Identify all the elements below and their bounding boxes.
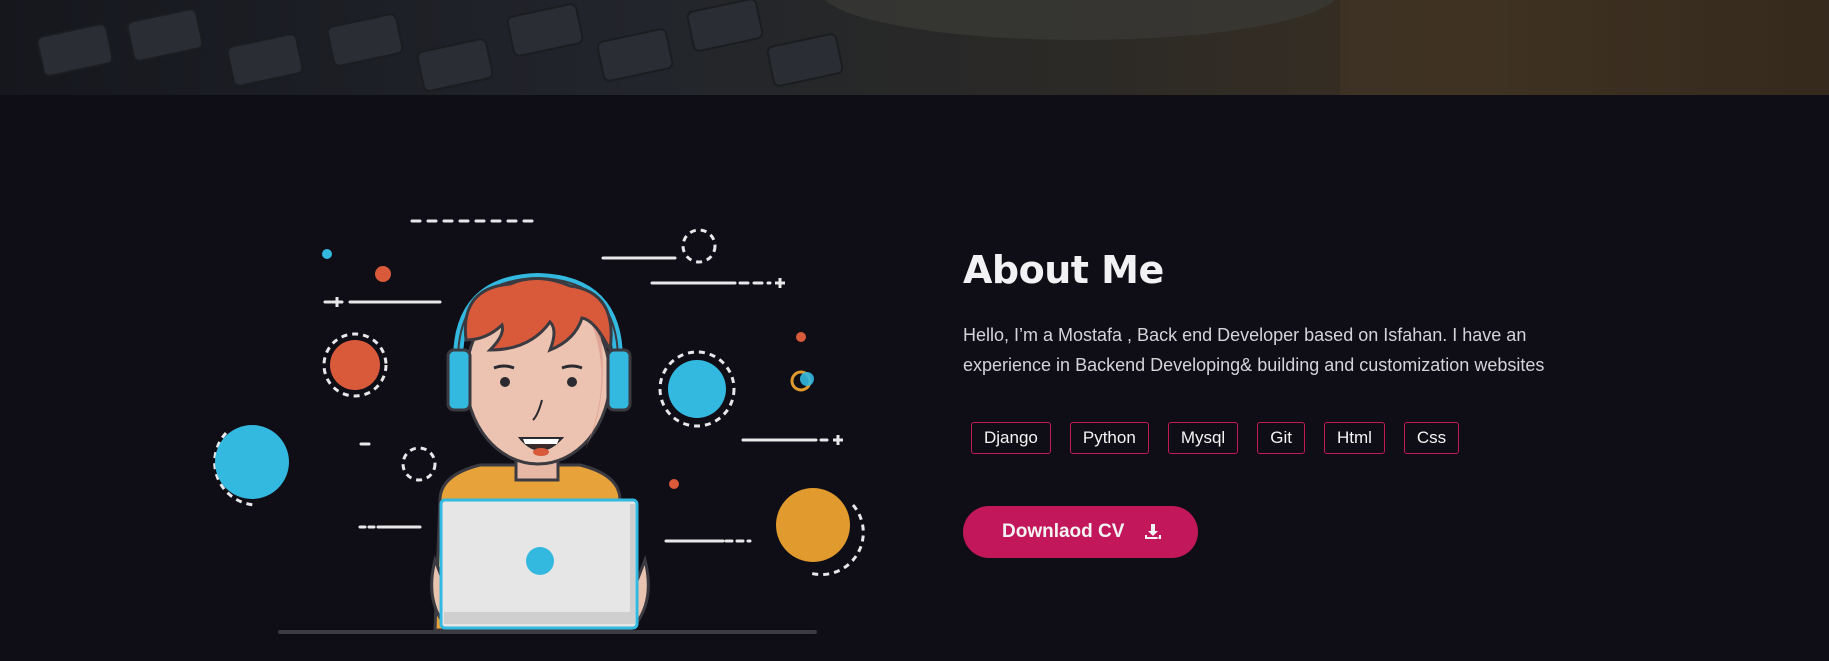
developer-illustration xyxy=(213,219,865,634)
download-cv-label: Downlaod CV xyxy=(1002,521,1125,542)
about-description: Hello, I’m a Mostafa , Back end Develope… xyxy=(963,320,1583,380)
about-content: About Me Hello, I’m a Mostafa , Back end… xyxy=(963,246,1583,558)
hero-background-strip xyxy=(0,0,1829,95)
about-description-line-2: experience in Backend Developing& buildi… xyxy=(963,355,1545,375)
about-title: About Me xyxy=(963,248,1164,292)
about-description-line-1: Hello, I’m a Mostafa , Back end Develope… xyxy=(963,325,1527,345)
skill-tag-django: Django xyxy=(971,422,1051,454)
download-cv-button[interactable]: Downlaod CV xyxy=(963,506,1199,558)
download-icon xyxy=(1145,524,1162,539)
keyboard-photo xyxy=(36,0,1829,95)
skills-list: Django Python Mysql Git Html Css xyxy=(963,422,1583,454)
skill-tag-mysql: Mysql xyxy=(1167,422,1239,454)
skill-tag-css: Css xyxy=(1403,422,1460,454)
skill-tag-git: Git xyxy=(1257,422,1305,454)
skill-tag-html: Html xyxy=(1323,422,1385,454)
skill-tag-python: Python xyxy=(1069,422,1149,454)
